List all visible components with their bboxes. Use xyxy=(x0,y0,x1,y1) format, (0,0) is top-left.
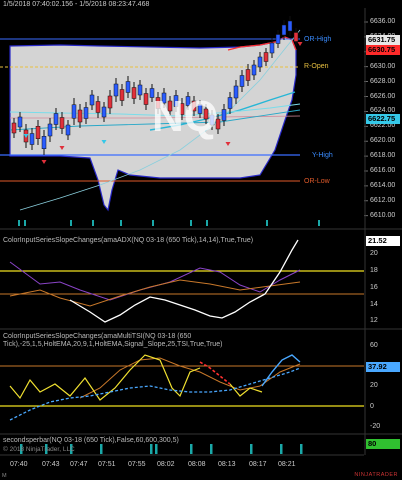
volume-tick xyxy=(92,220,94,226)
seconds-bar xyxy=(100,444,103,454)
time-axis-label: 08:13 xyxy=(218,461,236,468)
volume-tick xyxy=(120,220,122,226)
price-axis-label: 6610.00 xyxy=(370,211,396,219)
volume-tick xyxy=(18,220,20,226)
volume-tick xyxy=(206,220,208,226)
time-axis-label: 07:55 xyxy=(128,461,146,468)
seconds-bar xyxy=(190,444,193,454)
price-axis-label: 6628.00 xyxy=(370,77,396,85)
tsi-value-tag: 37.92 xyxy=(366,362,400,372)
time-axis-label: 08:17 xyxy=(249,461,267,468)
tsi-slope-dashed xyxy=(9,367,301,421)
tsi-axis-label: 20 xyxy=(370,382,378,389)
time-axis-label: 07:43 xyxy=(42,461,60,468)
adx-axis-label: 18 xyxy=(370,267,378,274)
time-axis-label: 08:08 xyxy=(188,461,206,468)
tsi-pane-title-line1: ColorInputSeriesSlopeChanges(amaMultiTSI… xyxy=(3,333,192,340)
tsi-pane-title-line2: Tick),-25,1,5,HoltEMA,20,9,1,HoltEMA,Sig… xyxy=(3,341,223,348)
price-axis-label: 6616.00 xyxy=(370,167,396,174)
level-label-or-low: OR-Low xyxy=(304,178,330,185)
price-axis-label: 6614.00 xyxy=(370,181,396,189)
price-axis-label: 6636.00 xyxy=(370,18,396,25)
tsi-axis-label: 60 xyxy=(370,342,378,349)
time-axis-label: 07:47 xyxy=(70,461,88,468)
volume-tick xyxy=(70,220,72,226)
copyright-text: © 2018 NinjaTrader, LLC xyxy=(3,446,75,453)
tsi-axis-label: -20 xyxy=(370,423,381,430)
tsi-line-red xyxy=(199,361,231,385)
price-tag: 6631.75 xyxy=(366,35,400,45)
volume-tick xyxy=(190,220,192,226)
level-label-r-open: R-Open xyxy=(304,63,329,70)
level-label-or-high: OR-High xyxy=(304,36,332,43)
ninjatrader-logo: NINJATRADER xyxy=(354,472,398,478)
price-tag: 6622.75 xyxy=(366,114,400,124)
price-axis-label: 6626.00 xyxy=(370,92,396,100)
adx-axis-label: 14 xyxy=(370,301,378,308)
adx-axis-label: 20 xyxy=(370,250,378,257)
price-axis-label: 6618.00 xyxy=(370,152,396,160)
seconds-bar xyxy=(210,444,213,454)
seconds-bar xyxy=(280,444,283,454)
time-axis-label: 08:21 xyxy=(278,461,296,468)
seconds-value-tag: 80 xyxy=(366,439,400,449)
seconds-bar xyxy=(150,444,153,454)
time-axis-label: 07:40 xyxy=(10,461,28,468)
price-axis-label: 6620.00 xyxy=(370,137,396,145)
price-tag: 6630.75 xyxy=(366,45,400,55)
volume-tick xyxy=(24,220,26,226)
tsi-axis-label: 0 xyxy=(370,403,374,410)
seconds-bar xyxy=(250,444,253,454)
price-axis-label: 6630.00 xyxy=(370,62,396,70)
price-axis-label: 6612.00 xyxy=(370,196,396,204)
date-range-header: 1/5/2018 07:40:02.156 - 1/5/2018 08:23:4… xyxy=(3,1,150,8)
seconds-bar xyxy=(155,444,158,454)
time-axis-label: 07:51 xyxy=(98,461,116,468)
volume-tick xyxy=(318,220,320,226)
level-label-y-high: Y-High xyxy=(312,152,333,159)
tsi-slope-line xyxy=(261,354,301,387)
time-axis-unit: M xyxy=(2,473,7,479)
seconds-pane-title: secondsperbar(NQ 03-18 (650 Tick),False,… xyxy=(3,437,179,444)
volume-tick xyxy=(152,220,154,226)
adx-axis-label: 12 xyxy=(370,317,378,324)
volume-tick xyxy=(266,220,268,226)
adx-value-tag: 21.52 xyxy=(366,236,400,246)
adx-axis-label: 16 xyxy=(370,284,378,291)
time-axis-label: 08:02 xyxy=(157,461,175,468)
adx-pane-title: ColorInputSeriesSlopeChanges(amaADX(NQ 0… xyxy=(3,237,254,244)
seconds-bar xyxy=(300,444,303,454)
instrument-watermark: NQ xyxy=(152,92,218,141)
adx-minus-di-line xyxy=(9,279,301,307)
